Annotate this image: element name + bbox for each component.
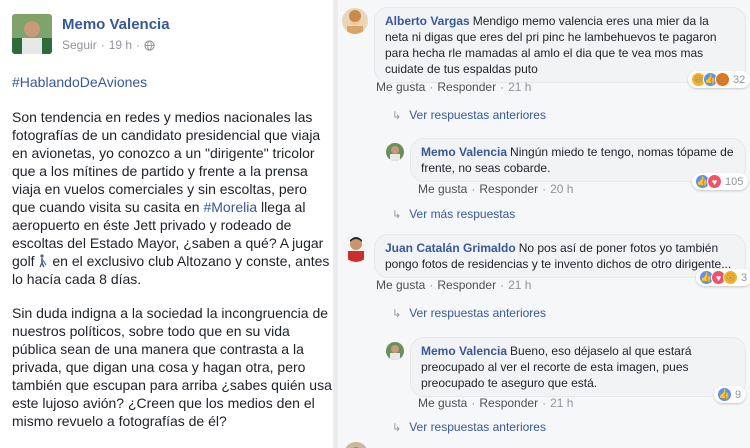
reaction-summary[interactable]: 👍 ♥ 105 bbox=[692, 173, 749, 190]
reply-button[interactable]: Responder bbox=[437, 278, 496, 292]
comment-actions: Me gusta · Responder · 21 h bbox=[376, 278, 531, 292]
reply-time[interactable]: 20 h bbox=[550, 182, 573, 196]
reply-bubble: Memo Valencia Bueno, eso déjaselo al que … bbox=[410, 337, 746, 397]
wow-icon: 😮 bbox=[723, 270, 738, 285]
morelia-hashtag[interactable]: #Morelia bbox=[203, 199, 257, 215]
reply-arrow-icon: ↳ bbox=[392, 307, 402, 320]
comments-panel: Alberto Vargas Mendigo memo valencia eres… bbox=[338, 0, 750, 448]
like-button[interactable]: Me gusta bbox=[418, 182, 467, 196]
comment-author[interactable]: Alberto Vargas bbox=[385, 14, 470, 28]
globe-icon bbox=[144, 39, 155, 51]
follow-link[interactable]: Seguir bbox=[62, 38, 97, 52]
reply-button[interactable]: Responder bbox=[479, 182, 538, 196]
post-paragraph-2: Sin duda indigna a la sociedad la incong… bbox=[12, 305, 332, 429]
post-hashtag[interactable]: #HablandoDeAviones bbox=[12, 74, 147, 90]
reply-avatar[interactable] bbox=[386, 342, 404, 360]
comment-time[interactable]: 21 h bbox=[508, 278, 531, 292]
reaction-count: 32 bbox=[733, 73, 746, 86]
reply-actions: Me gusta · Responder · 20 h bbox=[418, 182, 573, 196]
reply-author[interactable]: Memo Valencia bbox=[421, 344, 507, 358]
post-time[interactable]: 19 h bbox=[109, 38, 132, 52]
comment-bubble: Alberto Vargas Mendigo memo valencia eres… bbox=[374, 7, 746, 83]
comment-actions: Me gusta · Responder · 21 h bbox=[376, 80, 531, 94]
view-previous-replies[interactable]: ↳ Ver respuestas anteriores bbox=[392, 306, 546, 320]
reply-avatar[interactable] bbox=[386, 143, 404, 161]
separator: · bbox=[542, 182, 547, 196]
view-previous-label: Ver respuestas anteriores bbox=[409, 420, 546, 434]
post-meta: Seguir · 19 h · bbox=[62, 38, 155, 52]
post-author-name[interactable]: Memo Valencia bbox=[62, 16, 170, 33]
post-panel: Memo Valencia Seguir · 19 h · #HablandoD… bbox=[0, 0, 333, 448]
view-previous-label: Ver respuestas anteriores bbox=[409, 306, 546, 320]
commenter-avatar[interactable] bbox=[342, 234, 370, 262]
like-button[interactable]: Me gusta bbox=[418, 396, 467, 410]
view-more-replies[interactable]: ↳ Ver más respuestas bbox=[392, 207, 515, 221]
love-icon: ♥ bbox=[707, 174, 722, 189]
reply-time[interactable]: 21 h bbox=[550, 396, 573, 410]
separator: · bbox=[429, 80, 434, 94]
reply-arrow-icon: ↳ bbox=[392, 421, 402, 434]
angry-icon: 😡 bbox=[715, 72, 730, 87]
para1-text-c: en el exclusivo club Altozano y conste, … bbox=[12, 253, 330, 287]
meta-separator: · bbox=[100, 38, 105, 52]
view-previous-label: Ver respuestas anteriores bbox=[409, 108, 546, 122]
reply-button[interactable]: Responder bbox=[437, 80, 496, 94]
golfer-icon bbox=[39, 254, 47, 268]
view-previous-replies[interactable]: ↳ Ver respuestas anteriores bbox=[392, 420, 546, 434]
author-avatar[interactable] bbox=[12, 14, 52, 54]
reaction-count: 105 bbox=[725, 175, 744, 188]
reaction-summary[interactable]: 😆 👍 😡 32 bbox=[688, 71, 750, 88]
comment-author[interactable]: Juan Catalán Grimaldo bbox=[385, 241, 516, 255]
comment-time[interactable]: 21 h bbox=[508, 80, 531, 94]
reply-arrow-icon: ↳ bbox=[392, 109, 402, 122]
separator: · bbox=[500, 80, 505, 94]
like-icon: 👍 bbox=[717, 387, 732, 402]
reaction-summary[interactable]: 👍 9 bbox=[714, 386, 747, 403]
reaction-count: 9 bbox=[735, 388, 742, 401]
separator: · bbox=[471, 182, 476, 196]
reaction-count: 3 bbox=[741, 271, 748, 284]
comment-bubble: Juan Catalán Grimaldo No pos así de poner… bbox=[374, 234, 746, 278]
reply-button[interactable]: Responder bbox=[479, 396, 538, 410]
like-button[interactable]: Me gusta bbox=[376, 80, 425, 94]
reply-arrow-icon: ↳ bbox=[392, 208, 402, 221]
separator: · bbox=[471, 396, 476, 410]
meta-separator: · bbox=[136, 38, 141, 52]
post-paragraph-1: Son tendencia en redes y medios nacional… bbox=[12, 108, 332, 288]
view-more-label: Ver más respuestas bbox=[409, 207, 516, 221]
commenter-avatar[interactable] bbox=[344, 442, 368, 448]
reaction-summary[interactable]: 👍 ♥ 😮 3 bbox=[696, 269, 750, 286]
like-button[interactable]: Me gusta bbox=[376, 278, 425, 292]
separator: · bbox=[542, 396, 547, 410]
commenter-avatar[interactable] bbox=[342, 8, 368, 34]
view-previous-replies[interactable]: ↳ Ver respuestas anteriores bbox=[392, 108, 546, 122]
reply-author[interactable]: Memo Valencia bbox=[421, 145, 507, 159]
separator: · bbox=[500, 278, 505, 292]
separator: · bbox=[429, 278, 434, 292]
reply-actions: Me gusta · Responder · 21 h bbox=[418, 396, 573, 410]
